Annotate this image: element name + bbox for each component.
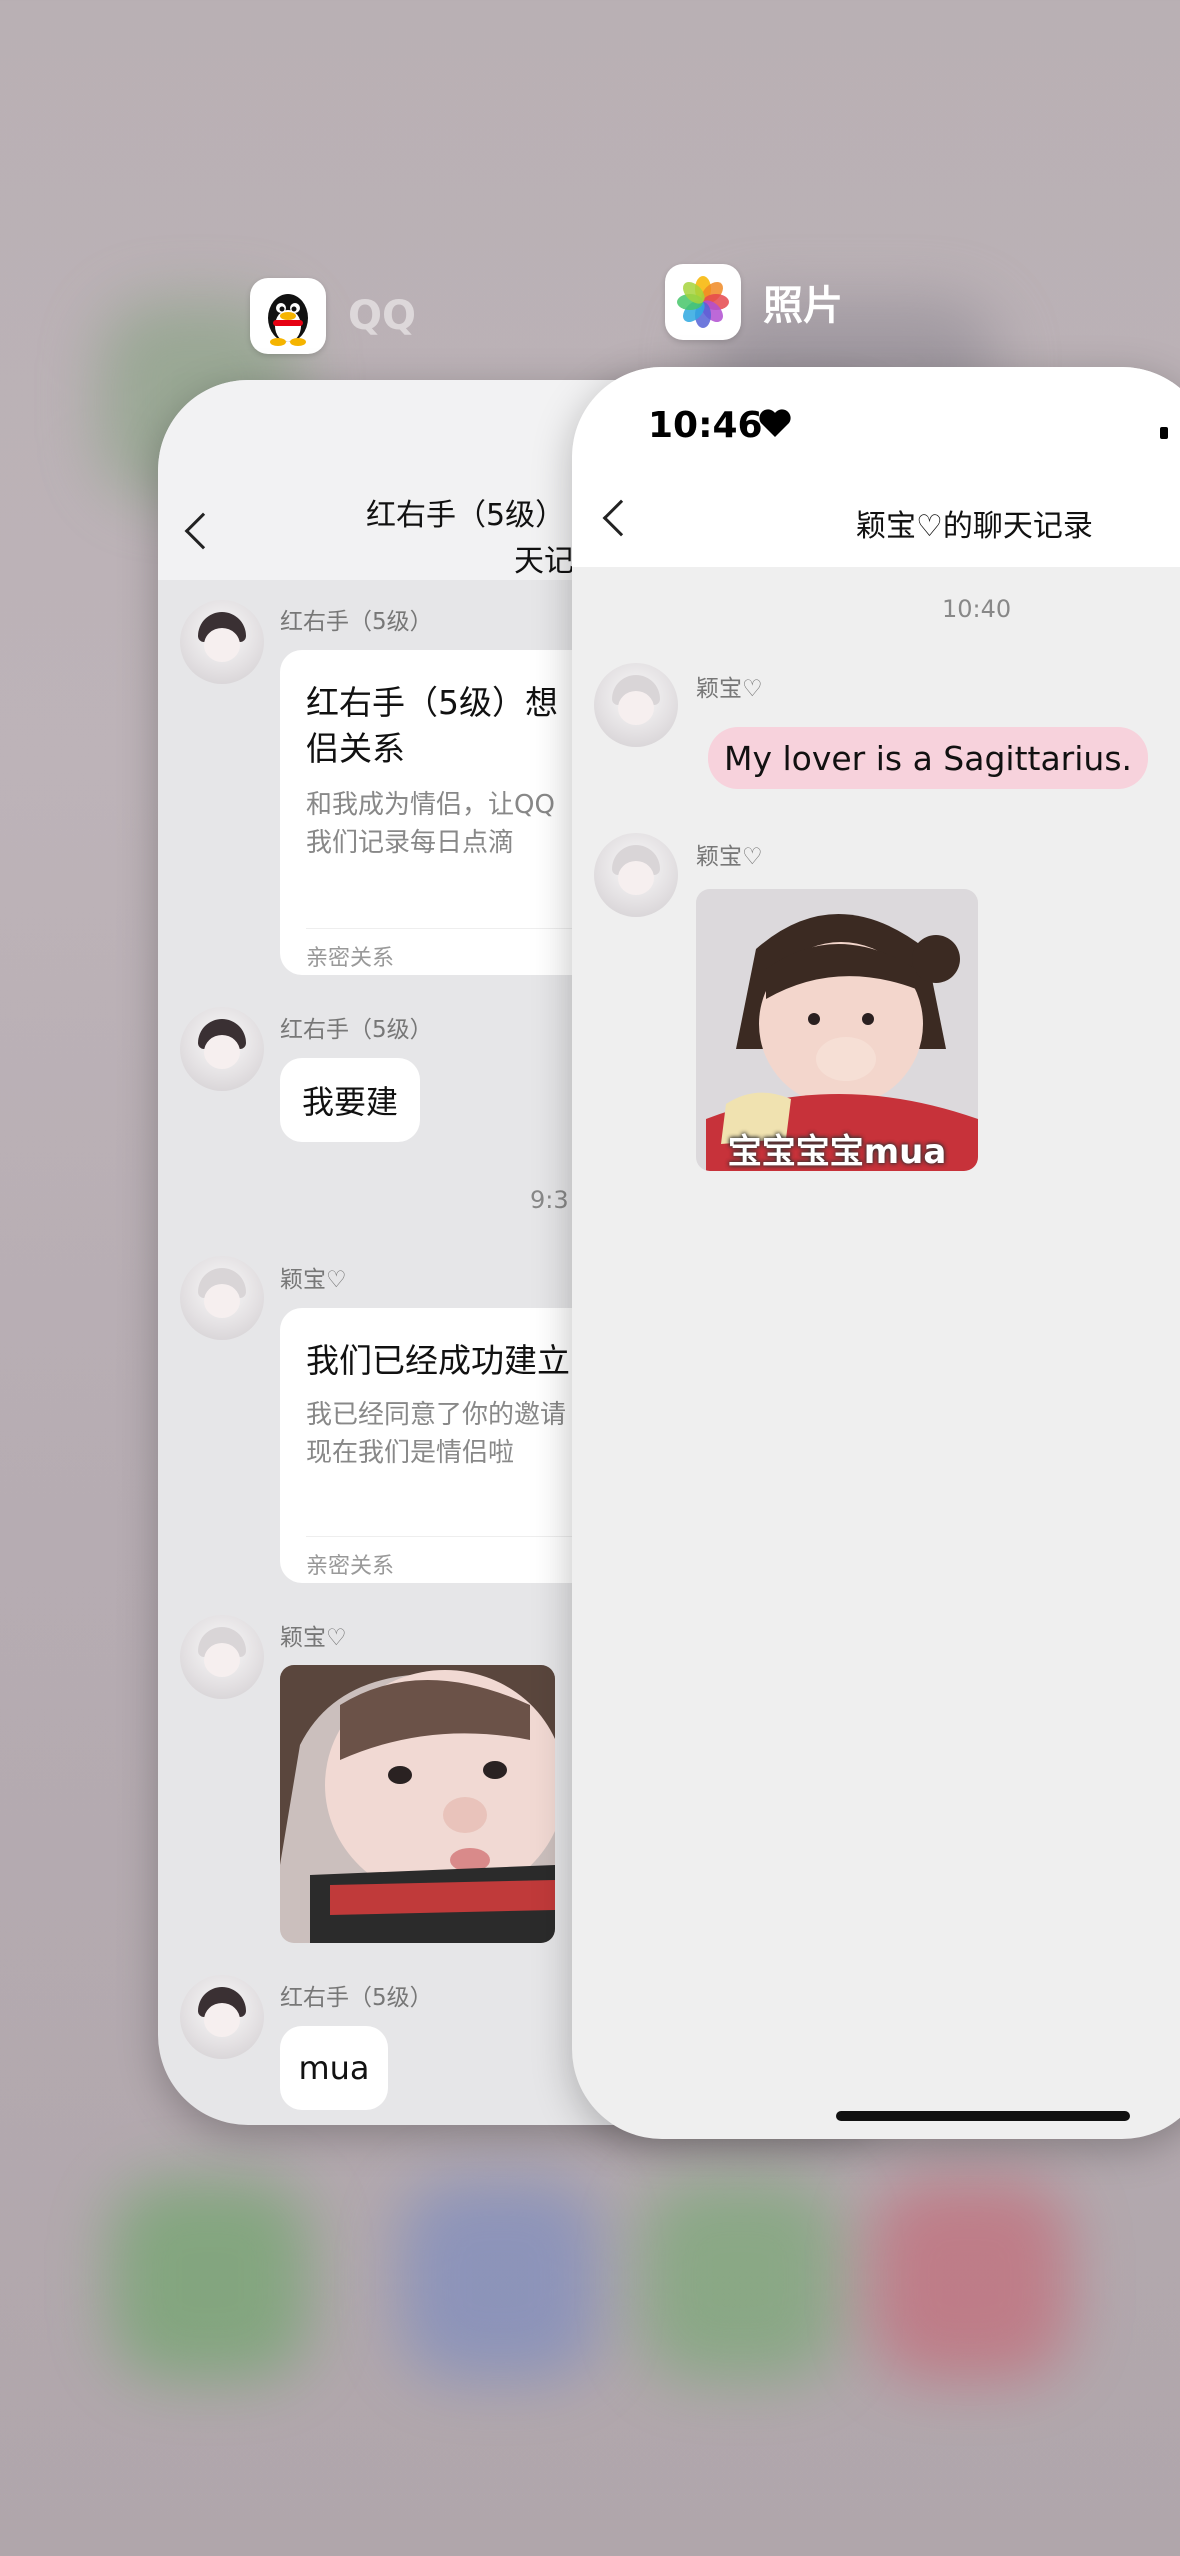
sender-name: 颖宝♡ — [696, 676, 763, 702]
card-body: 我们记录每日点滴 — [306, 828, 515, 858]
card-footer: 亲密关系 — [306, 1554, 395, 1579]
sender-name: 颖宝♡ — [280, 1267, 347, 1293]
qq-penguin-icon — [250, 278, 326, 354]
card-title: 我们已经成功建立 — [306, 1341, 570, 1380]
home-indicator[interactable] — [836, 2111, 1130, 2121]
time-label: 10:40 — [942, 595, 1012, 623]
blurred-dock-icon — [110, 2180, 310, 2380]
sender-name: 红右手（5级） — [280, 1985, 433, 2011]
blurred-dock-icon — [640, 2180, 840, 2380]
sender-name: 颖宝♡ — [280, 1625, 347, 1651]
chat-title-line2: 天记 — [514, 544, 574, 579]
sticker-caption: 宝宝宝宝mua — [727, 1132, 947, 1171]
photos-app-card[interactable]: 10:46 颖宝♡的聊天记录 10:40 颖宝♡ My lover is a S… — [572, 367, 1180, 2139]
photos-flower-icon — [665, 264, 741, 340]
photos-app-name: 照片 — [763, 283, 843, 329]
avatar[interactable] — [594, 663, 678, 747]
card-body: 和我成为情侣，让QQ — [306, 790, 555, 820]
message-bubble[interactable]: 我要建 — [280, 1058, 420, 1142]
photos-app-header[interactable]: 照片 — [665, 264, 843, 340]
sender-name: 红右手（5级） — [280, 1017, 433, 1043]
message-bubble[interactable]: My lover is a Sagittarius. — [708, 727, 1148, 789]
avatar[interactable] — [594, 833, 678, 917]
chat-title-line1: 红右手（5级） — [366, 498, 566, 533]
battery-icon — [1160, 427, 1168, 439]
status-time: 10:46 — [648, 405, 763, 446]
blurred-dock-icon — [870, 2180, 1070, 2380]
blurred-dock-icon — [400, 2180, 600, 2380]
qq-app-header[interactable]: QQ — [250, 278, 416, 354]
card-body: 我已经同意了你的邀请 — [306, 1400, 567, 1430]
chat-title: 颖宝♡的聊天记录 — [856, 509, 1093, 544]
time-label: 9:3 — [530, 1186, 569, 1214]
avatar[interactable] — [180, 600, 264, 684]
card-body: 现在我们是情侣啦 — [306, 1438, 515, 1468]
baby-photo-image[interactable] — [280, 1665, 555, 1943]
avatar[interactable] — [180, 1975, 264, 2059]
card-title: 侣关系 — [306, 729, 405, 768]
qq-app-name: QQ — [348, 293, 417, 339]
avatar[interactable] — [180, 1256, 264, 1340]
card-title: 红右手（5级）想 — [306, 683, 558, 722]
message-bubble[interactable]: mua — [280, 2026, 388, 2110]
card-footer: 亲密关系 — [306, 946, 395, 971]
avatar[interactable] — [180, 1007, 264, 1091]
sender-name: 红右手（5级） — [280, 609, 433, 635]
heart-icon — [758, 407, 792, 443]
sender-name: 颖宝♡ — [696, 844, 763, 870]
avatar[interactable] — [180, 1615, 264, 1699]
baby-sticker-image[interactable]: 宝宝宝宝mua — [696, 889, 978, 1171]
